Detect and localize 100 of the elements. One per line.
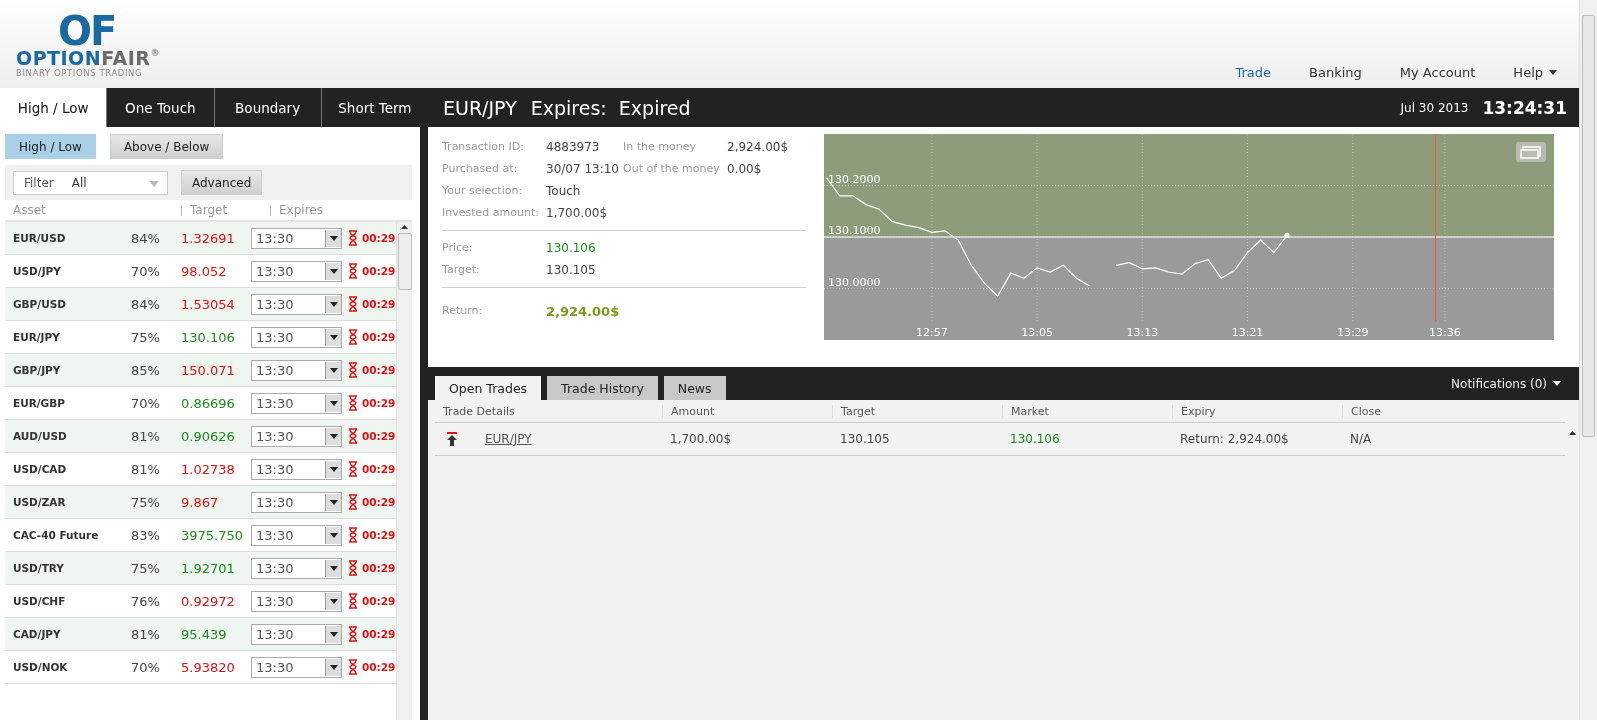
target-price: 1.53054 bbox=[181, 296, 236, 312]
target-price: 1.92701 bbox=[181, 560, 236, 576]
sub-tab[interactable]: High / Low bbox=[5, 134, 96, 159]
expiry-select[interactable]: 13:30 bbox=[251, 557, 342, 579]
field-label: Your selection: bbox=[442, 184, 524, 198]
field-value: 4883973 bbox=[546, 140, 601, 154]
payout-percent: 75% bbox=[131, 329, 161, 345]
nav-link[interactable]: Banking bbox=[1309, 65, 1362, 80]
field-label: Target: bbox=[442, 263, 481, 277]
x-tick-label: 13:13 bbox=[1126, 326, 1159, 339]
field-label: Purchased at: bbox=[442, 162, 519, 176]
expiry-select[interactable]: 13:30 bbox=[251, 491, 342, 513]
asset-name: CAC-40 Future bbox=[13, 529, 100, 541]
expiry-select[interactable]: 13:30 bbox=[251, 656, 342, 678]
asset-name: EUR/USD bbox=[13, 232, 67, 244]
nav-link[interactable]: Help bbox=[1513, 65, 1557, 80]
column-header: Asset bbox=[13, 203, 47, 217]
logo-name: OPTION FAIR bbox=[16, 48, 151, 68]
target-price: 150.071 bbox=[181, 362, 236, 378]
trade-asset-title: EUR/JPY bbox=[443, 96, 517, 119]
payout-percent: 85% bbox=[131, 362, 161, 378]
expiry-select[interactable]: 13:30 bbox=[251, 458, 342, 480]
payout-percent: 70% bbox=[131, 395, 161, 411]
column-header: Target bbox=[832, 404, 1002, 418]
asset-name: EUR/GBP bbox=[13, 397, 66, 409]
countdown: 00:29 bbox=[362, 496, 396, 508]
filter-dropdown[interactable]: Filter All bbox=[13, 170, 168, 195]
payout-percent: 75% bbox=[131, 560, 161, 576]
field-value: 0.00$ bbox=[727, 162, 763, 176]
expiry-select[interactable]: 13:30 bbox=[251, 590, 342, 612]
target-price: 5.93820 bbox=[181, 659, 236, 675]
registered-mark: ® bbox=[150, 48, 160, 58]
countdown: 00:29 bbox=[362, 265, 396, 277]
sub-tab[interactable]: Above / Below bbox=[109, 134, 224, 159]
expiry-select[interactable]: 13:30 bbox=[251, 227, 342, 249]
payout-percent: 81% bbox=[131, 461, 161, 477]
payout-percent: 70% bbox=[131, 659, 161, 675]
countdown: 00:29 bbox=[362, 463, 396, 475]
option-tab[interactable]: High / Low bbox=[0, 88, 107, 127]
column-header: Market bbox=[1002, 404, 1172, 418]
y-tick-label: 130.1000 bbox=[828, 224, 881, 237]
column-header: Expires bbox=[278, 203, 323, 217]
payout-percent: 70% bbox=[131, 263, 161, 279]
x-tick-label: 13:36 bbox=[1429, 326, 1461, 339]
countdown: 00:29 bbox=[362, 298, 396, 310]
target-price: 1.02738 bbox=[181, 461, 236, 477]
column-header: Amount bbox=[662, 404, 832, 418]
table-cell-text: Return: 2,924.00$ bbox=[1179, 432, 1290, 446]
column-header: Target bbox=[189, 203, 229, 217]
asset-name: USD/CHF bbox=[13, 595, 67, 607]
field-label: Invested amount: bbox=[442, 206, 540, 220]
target-price: 1.32691 bbox=[181, 230, 236, 246]
payout-percent: 75% bbox=[131, 494, 161, 510]
field-value: 130.105 bbox=[546, 263, 597, 277]
nav-link[interactable]: My Account bbox=[1399, 65, 1476, 80]
payout-percent: 81% bbox=[131, 626, 161, 642]
expiry-select[interactable]: 13:30 bbox=[251, 260, 342, 282]
countdown: 00:29 bbox=[362, 628, 396, 640]
payout-percent: 84% bbox=[131, 230, 161, 246]
target-price: 9.867 bbox=[181, 494, 220, 510]
return-value: 2,924.00$ bbox=[546, 304, 621, 319]
asset-name: USD/CAD bbox=[13, 463, 68, 475]
table-cell-text: 130.105 bbox=[839, 432, 891, 446]
notifications-menu[interactable]: Notifications (0) bbox=[1445, 375, 1567, 392]
expiry-status: Expires: Expired bbox=[530, 96, 691, 119]
payout-percent: 83% bbox=[131, 527, 161, 543]
countdown: 00:29 bbox=[362, 562, 396, 574]
expiry-select[interactable]: 13:30 bbox=[251, 524, 342, 546]
expiry-select[interactable]: 13:30 bbox=[251, 623, 342, 645]
target-price: 98.052 bbox=[181, 263, 228, 279]
expiry-select[interactable]: 13:30 bbox=[251, 392, 342, 414]
asset-name: GBP/JPY bbox=[13, 364, 62, 376]
target-price: 0.92972 bbox=[181, 593, 236, 609]
trades-tab[interactable]: Trade History bbox=[547, 376, 658, 400]
field-label: Return: bbox=[442, 304, 484, 319]
target-price: 3975.750 bbox=[181, 527, 245, 543]
countdown: 00:29 bbox=[362, 232, 396, 244]
clock-time: 13:24:31 bbox=[1482, 97, 1567, 118]
nav-link[interactable]: Trade bbox=[1235, 65, 1272, 80]
expiry-select[interactable]: 13:30 bbox=[251, 293, 342, 315]
expiry-select[interactable]: 13:30 bbox=[251, 425, 342, 447]
table-cell-text: 130.106 bbox=[1009, 432, 1061, 446]
y-tick-label: 130.2000 bbox=[828, 172, 881, 186]
target-price: 0.86696 bbox=[181, 395, 236, 411]
column-header: Trade Details bbox=[442, 404, 516, 418]
expiry-select[interactable]: 13:30 bbox=[251, 326, 342, 348]
logo-mark: OF bbox=[58, 14, 116, 48]
asset-name: GBP/USD bbox=[13, 298, 67, 310]
target-price: 95.439 bbox=[181, 626, 228, 642]
trades-tab[interactable]: News bbox=[663, 376, 726, 400]
asset-name: CAD/JPY bbox=[13, 628, 62, 640]
expiry-select[interactable]: 13:30 bbox=[251, 359, 342, 381]
asset-link[interactable]: EUR/JPY bbox=[485, 432, 532, 446]
x-tick-label: 13:05 bbox=[1021, 326, 1053, 339]
advanced-button[interactable]: Advanced bbox=[181, 170, 263, 195]
field-value: 1,700.00$ bbox=[546, 206, 609, 220]
column-header: Close bbox=[1342, 404, 1512, 418]
x-tick-label: 13:21 bbox=[1231, 326, 1264, 339]
asset-name: USD/NOK bbox=[13, 661, 69, 673]
trades-tab[interactable]: Open Trades bbox=[435, 376, 542, 400]
